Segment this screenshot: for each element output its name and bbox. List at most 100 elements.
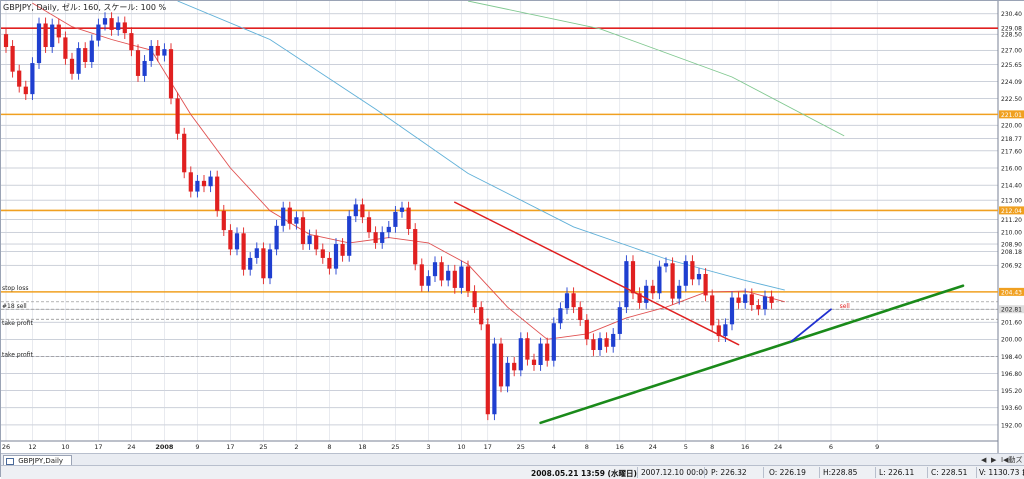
candle-body[interactable] — [175, 98, 180, 134]
candle-body[interactable] — [234, 233, 240, 250]
candle-body[interactable] — [10, 45, 15, 72]
candle-body[interactable] — [657, 266, 662, 294]
candle-body[interactable] — [102, 18, 108, 25]
candle-body[interactable] — [611, 333, 616, 347]
candle-body[interactable] — [439, 262, 444, 281]
candle-body[interactable] — [683, 261, 688, 286]
candle-body[interactable] — [241, 233, 246, 270]
candle-body[interactable] — [36, 23, 42, 64]
candle-body[interactable] — [426, 276, 431, 286]
candle-body[interactable] — [17, 70, 22, 87]
candle-body[interactable] — [281, 207, 286, 226]
candle-body[interactable] — [135, 50, 141, 76]
candle-body[interactable] — [287, 207, 292, 224]
candle-body[interactable] — [505, 362, 510, 387]
candle-body[interactable] — [677, 285, 682, 299]
candle-body[interactable] — [545, 343, 550, 361]
candle-body[interactable] — [366, 217, 372, 233]
candle-body[interactable] — [380, 232, 385, 243]
candle-body[interactable] — [63, 37, 68, 59]
candle-body[interactable] — [399, 207, 405, 212]
candle-body[interactable] — [267, 249, 273, 279]
candle-body[interactable] — [769, 296, 774, 303]
candle-body[interactable] — [749, 294, 754, 306]
candle-body[interactable] — [485, 324, 490, 415]
candle-body[interactable] — [531, 359, 537, 365]
candle-body[interactable] — [690, 261, 695, 280]
candle-body[interactable] — [142, 60, 147, 76]
candle-body[interactable] — [116, 22, 121, 30]
candle-body[interactable] — [155, 45, 160, 56]
candle-body[interactable] — [479, 307, 484, 325]
candle-body[interactable] — [670, 263, 675, 299]
candle-body[interactable] — [340, 244, 345, 256]
candle-body[interactable] — [96, 24, 101, 41]
candle-body[interactable] — [564, 293, 570, 309]
candle-body[interactable] — [353, 204, 358, 217]
candle-body[interactable] — [624, 261, 629, 308]
candle-body[interactable] — [465, 266, 471, 292]
candle-body[interactable] — [432, 262, 438, 277]
candle-body[interactable] — [551, 323, 556, 361]
candle-body[interactable] — [69, 58, 75, 74]
candle-body[interactable] — [274, 225, 279, 250]
candle-body[interactable] — [373, 232, 378, 243]
tab-prev-button[interactable]: ◀ — [981, 455, 986, 465]
candle-body[interactable] — [215, 176, 220, 211]
candle-body[interactable] — [518, 338, 523, 371]
candle-body[interactable] — [743, 294, 748, 303]
candle-body[interactable] — [333, 244, 339, 269]
candle-body[interactable] — [558, 308, 563, 324]
tab-next-button[interactable]: ▶ — [991, 455, 996, 465]
candle-body[interactable] — [604, 338, 609, 347]
candle-body[interactable] — [498, 343, 504, 387]
candle-body[interactable] — [162, 49, 167, 56]
candle-body[interactable] — [406, 207, 411, 230]
candle-body[interactable] — [314, 235, 319, 250]
candle-body[interactable] — [729, 297, 735, 325]
candle-body[interactable] — [23, 86, 28, 95]
candle-body[interactable] — [597, 338, 603, 351]
candle-body[interactable] — [168, 49, 174, 99]
candle-body[interactable] — [650, 285, 655, 294]
candle-body[interactable] — [723, 324, 728, 337]
candle-body[interactable] — [83, 48, 88, 63]
chart-window[interactable]: 230.40 229.08 228.50 227.00 225.65 224.09 222.… — [0, 0, 1024, 479]
candle-body[interactable] — [221, 210, 226, 231]
candle-body[interactable] — [320, 249, 325, 258]
candle-body[interactable] — [201, 180, 207, 187]
candle-body[interactable] — [584, 320, 589, 340]
candle-body[interactable] — [571, 293, 576, 308]
candle-body[interactable] — [50, 24, 55, 48]
candle-body[interactable] — [261, 248, 266, 279]
candle-body[interactable] — [413, 229, 418, 265]
candle-body[interactable] — [710, 295, 715, 326]
candle-body[interactable] — [300, 217, 306, 245]
candle-body[interactable] — [307, 235, 312, 245]
candle-body[interactable] — [294, 217, 299, 224]
candle-body[interactable] — [89, 40, 94, 63]
candle-body[interactable] — [393, 211, 398, 227]
candle-body[interactable] — [703, 273, 708, 296]
candle-body[interactable] — [472, 291, 477, 308]
candle-body[interactable] — [452, 270, 457, 288]
candle-body[interactable] — [736, 297, 741, 303]
candle-body[interactable] — [459, 266, 464, 288]
candle-body[interactable] — [578, 307, 583, 321]
candle-body[interactable] — [43, 23, 48, 48]
candle-body[interactable] — [56, 24, 61, 38]
candle-body[interactable] — [644, 285, 649, 303]
candle-body[interactable] — [195, 180, 200, 192]
candle-body[interactable] — [122, 22, 127, 34]
candle-body[interactable] — [419, 264, 424, 286]
candle-body[interactable] — [492, 343, 497, 415]
candle-body[interactable] — [208, 176, 213, 187]
candle-body[interactable] — [347, 216, 352, 256]
candle-body[interactable] — [756, 305, 761, 310]
candle-body[interactable] — [327, 257, 332, 269]
candle-body[interactable] — [228, 230, 233, 250]
candle-body[interactable] — [762, 296, 768, 310]
candle-body[interactable] — [149, 45, 154, 61]
candle-body[interactable] — [188, 172, 193, 192]
candle-body[interactable] — [248, 257, 253, 270]
